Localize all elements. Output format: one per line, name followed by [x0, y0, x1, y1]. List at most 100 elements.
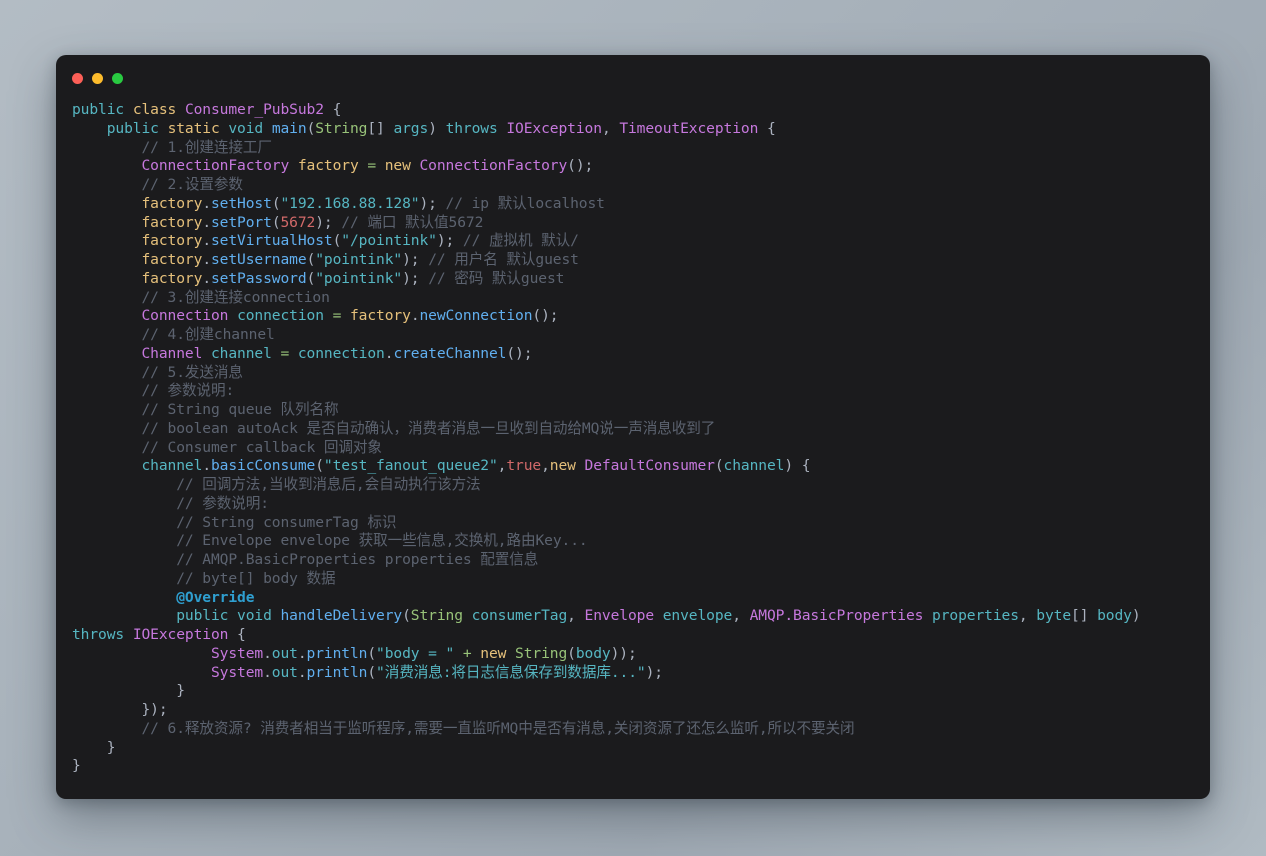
code-token: factory	[297, 157, 359, 175]
code-token: +	[462, 644, 472, 662]
window-titlebar[interactable]	[56, 55, 1210, 101]
code-token: []	[1071, 607, 1098, 625]
code-token: println	[306, 644, 368, 662]
code-token: (	[714, 457, 724, 475]
code-token: (	[402, 607, 411, 625]
code-token: // String queue 队列名称	[72, 401, 339, 418]
code-token: (	[367, 663, 377, 681]
code-token: }	[72, 682, 185, 700]
code-line: });	[72, 701, 1196, 720]
code-token: .	[297, 663, 307, 681]
code-token: // 用户名 默认guest	[428, 251, 579, 268]
code-line: public class Consumer_PubSub2 {	[72, 101, 1196, 120]
code-line: // byte[] body 数据	[72, 570, 1196, 589]
code-token: .	[410, 307, 420, 325]
code-token: ));	[610, 644, 637, 662]
code-line: public static void main(String[] args) t…	[72, 120, 1196, 139]
code-line: // Envelope envelope 获取一些信息,交换机,路由Key...	[72, 532, 1196, 551]
code-token: // ip 默认localhost	[445, 194, 605, 212]
minimize-button[interactable]	[92, 72, 103, 84]
code-token: (	[315, 457, 324, 475]
code-token: IOException	[132, 626, 229, 643]
code-token: "消费消息:将日志信息保存到数据库..."	[376, 663, 646, 681]
code-line: }	[72, 739, 1196, 758]
code-token: .	[202, 213, 211, 231]
code-token: static	[167, 119, 229, 137]
code-line: // 4.创建channel	[72, 326, 1196, 345]
code-line: // 1.创建连接工厂	[72, 139, 1196, 158]
code-token: true	[506, 457, 542, 475]
code-token: basicConsume	[211, 457, 316, 475]
close-button[interactable]	[72, 72, 83, 84]
code-token: String	[515, 644, 568, 662]
code-token: );	[419, 194, 446, 212]
code-token: public	[72, 101, 133, 118]
code-token: .	[202, 251, 211, 268]
code-token: .	[202, 457, 211, 475]
code-token: setPort	[211, 213, 272, 231]
code-token: main	[271, 119, 307, 137]
code-token: System	[210, 644, 264, 662]
code-token: public	[176, 607, 238, 625]
code-token: // 6.释放资源? 消费者相当于监听程序,需要一直监听MQ中是否有消息,关闭资…	[72, 719, 855, 737]
code-token: []	[367, 119, 394, 137]
code-token: // byte[] body 数据	[72, 569, 336, 587]
code-token: (	[306, 269, 316, 287]
code-token: ,	[541, 457, 550, 475]
code-token: (	[271, 194, 281, 212]
code-token: println	[306, 663, 368, 681]
code-token: DefaultConsumer	[584, 457, 715, 475]
code-token: Consumer_PubSub2	[184, 101, 324, 118]
code-token: {	[323, 101, 342, 118]
code-token: });	[72, 701, 168, 718]
code-content[interactable]: public class Consumer_PubSub2 { public s…	[56, 101, 1210, 776]
code-token: )	[1131, 607, 1150, 625]
code-token: void	[237, 607, 281, 625]
code-token: connection	[297, 344, 385, 362]
code-token: factory	[350, 307, 411, 325]
code-token: // 4.创建channel	[72, 326, 275, 343]
code-token: setUsername	[211, 251, 307, 268]
code-line: public void handleDelivery(String consum…	[72, 607, 1196, 645]
code-token: )	[428, 119, 446, 137]
code-token: // String consumerTag 标识	[72, 513, 397, 531]
code-line: factory.setUsername("pointink"); // 用户名 …	[72, 251, 1196, 270]
code-token: body	[1097, 607, 1132, 625]
code-token: );	[645, 663, 663, 681]
code-token: Envelope	[584, 607, 655, 625]
code-line: // String consumerTag 标识	[72, 514, 1196, 533]
code-token: // 2.设置参数	[72, 176, 244, 193]
code-line: }	[72, 682, 1196, 701]
code-token: throws	[445, 119, 507, 137]
code-token: }	[72, 757, 81, 775]
code-line: // 5.发送消息	[72, 364, 1196, 383]
code-token: @Override	[176, 588, 255, 606]
code-line: // 6.释放资源? 消费者相当于监听程序,需要一直监听MQ中是否有消息,关闭资…	[72, 720, 1196, 739]
code-token: // 1.创建连接工厂	[72, 138, 273, 156]
code-token: setVirtualHost	[211, 232, 333, 250]
code-line: // String queue 队列名称	[72, 401, 1196, 420]
code-token: );	[315, 213, 342, 231]
code-token: "body = "	[376, 644, 455, 662]
code-token: consumerTag	[471, 607, 568, 625]
code-line: System.out.println("body = " + new Strin…	[72, 645, 1196, 664]
code-token: "test_fanout_queue2"	[323, 457, 498, 475]
maximize-button[interactable]	[112, 72, 123, 84]
code-token: // 3.创建连接connection	[72, 288, 330, 306]
code-token: class	[132, 101, 185, 118]
code-token: =	[332, 307, 342, 325]
code-line: }	[72, 757, 1196, 776]
code-token: connection	[237, 307, 324, 325]
code-token: createChannel	[393, 344, 507, 362]
code-token: channel	[141, 457, 203, 475]
